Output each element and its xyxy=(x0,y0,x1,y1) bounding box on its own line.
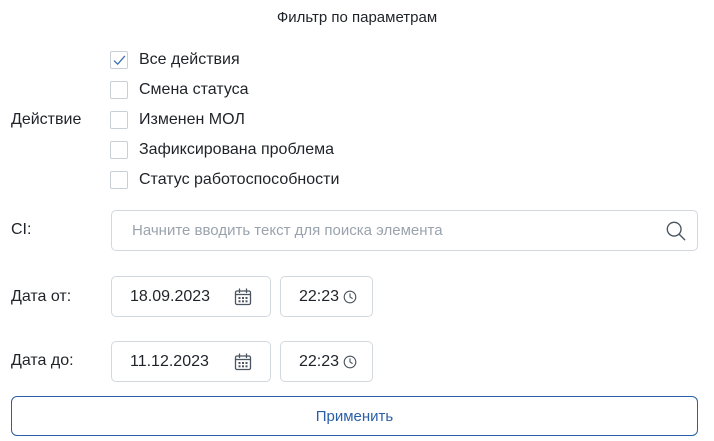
action-options: Все действия Смена статуса Изменен МОЛ З… xyxy=(110,49,339,199)
option-owner-changed[interactable]: Изменен МОЛ xyxy=(110,109,339,131)
checkbox-problem-recorded[interactable] xyxy=(110,141,128,159)
checkbox-status-change[interactable] xyxy=(110,81,128,99)
filter-title: Фильтр по параметрам xyxy=(276,9,438,26)
time-from-input[interactable]: 22:23 xyxy=(280,276,373,317)
action-label: Действие xyxy=(11,111,82,128)
option-label: Изменен МОЛ xyxy=(139,111,245,128)
date-from-value: 18.09.2023 xyxy=(130,287,211,305)
option-status-change[interactable]: Смена статуса xyxy=(110,79,339,101)
ci-search-field[interactable] xyxy=(111,210,698,251)
checkbox-health-status[interactable] xyxy=(110,171,128,189)
ci-label: CI: xyxy=(11,221,32,238)
check-icon xyxy=(113,55,125,65)
date-to-value: 11.12.2023 xyxy=(130,352,209,370)
option-label: Все действия xyxy=(139,51,240,68)
option-label: Статус работоспособности xyxy=(139,171,340,188)
option-label: Зафиксирована проблема xyxy=(139,141,335,158)
ci-search-input[interactable] xyxy=(130,221,664,240)
search-icon[interactable] xyxy=(664,219,688,243)
date-to-label: Дата до: xyxy=(11,352,74,369)
clock-icon[interactable] xyxy=(343,290,357,304)
time-to-input[interactable]: 22:23 xyxy=(280,341,373,382)
option-all-actions[interactable]: Все действия xyxy=(110,49,339,71)
calendar-icon[interactable] xyxy=(234,352,252,371)
time-from-value: 22:23 xyxy=(299,287,340,305)
time-to-value: 22:23 xyxy=(299,352,340,370)
checkbox-all-actions[interactable] xyxy=(110,51,128,69)
calendar-icon[interactable] xyxy=(234,287,252,306)
date-to-input[interactable]: 11.12.2023 xyxy=(111,341,271,382)
date-from-input[interactable]: 18.09.2023 xyxy=(111,276,271,317)
option-health-status[interactable]: Статус работоспособности xyxy=(110,169,339,191)
option-problem-recorded[interactable]: Зафиксирована проблема xyxy=(110,139,339,161)
clock-icon[interactable] xyxy=(343,355,357,369)
apply-button[interactable]: Применить xyxy=(11,396,698,436)
checkbox-owner-changed[interactable] xyxy=(110,111,128,129)
date-from-label: Дата от: xyxy=(11,288,72,305)
option-label: Смена статуса xyxy=(139,81,249,98)
